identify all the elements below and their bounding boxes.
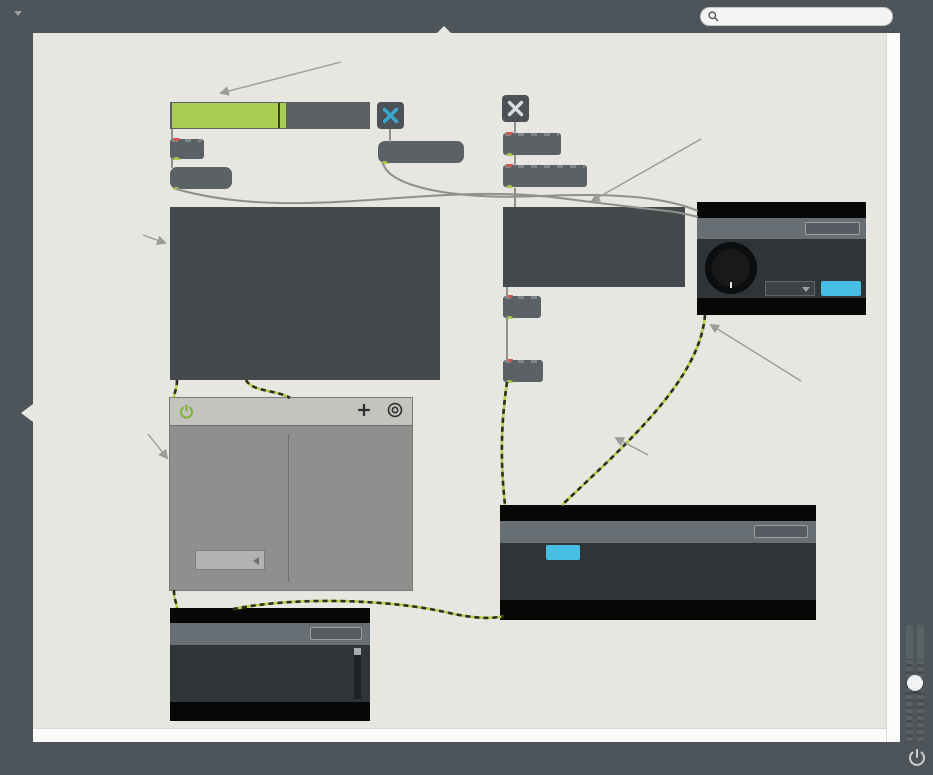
lfo2-outlet-row bbox=[697, 298, 866, 315]
top-toolbar bbox=[0, 0, 933, 33]
mixer-outlet-row bbox=[170, 702, 370, 721]
object-box-div64[interactable] bbox=[170, 138, 204, 160]
freq-mode-button[interactable] bbox=[821, 281, 861, 296]
add-parameter-icon[interactable] bbox=[355, 401, 373, 419]
audio-mixer-beap-module bbox=[170, 608, 370, 721]
right-sidebar bbox=[900, 33, 933, 773]
semi-mode-button[interactable] bbox=[546, 545, 580, 560]
vertical-scrollbar-gutter[interactable] bbox=[886, 33, 900, 742]
message-box-speed[interactable] bbox=[170, 167, 232, 190]
buffer-size-numbox[interactable] bbox=[195, 550, 265, 570]
lfo-waveform-dropdown[interactable] bbox=[765, 281, 815, 296]
paint-bucket-icon[interactable] bbox=[340, 6, 361, 27]
chevron-down-icon bbox=[14, 11, 22, 17]
level-meter bbox=[354, 648, 361, 699]
patcher-canvas[interactable] bbox=[33, 33, 900, 742]
zoom-level-control[interactable] bbox=[10, 8, 22, 20]
message-box-timestretch[interactable] bbox=[378, 141, 464, 164]
fragulator-header bbox=[170, 398, 412, 425]
oscillator-beap-module bbox=[500, 505, 816, 620]
oscillator-mute-button[interactable] bbox=[754, 525, 808, 538]
oscillator-outlet-row bbox=[500, 600, 816, 620]
object-box-div12[interactable] bbox=[503, 295, 541, 319]
sidebar-notch bbox=[21, 404, 33, 422]
fragulator-body bbox=[170, 425, 412, 590]
mixer-header bbox=[170, 623, 370, 645]
oscillator-header bbox=[500, 521, 816, 543]
left-sidebar bbox=[0, 33, 33, 742]
lfo2-body bbox=[697, 239, 866, 298]
numbox-triangle-icon bbox=[253, 557, 259, 565]
search-box[interactable] bbox=[700, 7, 893, 26]
slider-knob[interactable] bbox=[907, 675, 923, 691]
lfo2-main-knob[interactable] bbox=[705, 242, 757, 294]
gain-rslider[interactable] bbox=[170, 102, 370, 129]
search-icon bbox=[708, 11, 719, 22]
chevron-down-icon bbox=[802, 287, 810, 292]
lfo2-header bbox=[697, 218, 866, 239]
map-mode-icon[interactable] bbox=[386, 401, 404, 419]
mixer-inlet-row bbox=[170, 608, 370, 623]
slider-fill bbox=[172, 103, 286, 128]
playlist-object[interactable] bbox=[170, 207, 440, 380]
power-icon[interactable] bbox=[905, 746, 929, 770]
lfo2-inlet-row bbox=[697, 202, 866, 218]
mixer-body bbox=[170, 645, 370, 702]
object-box-metro[interactable] bbox=[503, 132, 561, 156]
bottom-toolbar bbox=[0, 742, 933, 775]
device-power-icon[interactable] bbox=[178, 403, 195, 420]
lfo2-beap-module bbox=[697, 202, 866, 315]
max-patcher-window bbox=[0, 0, 933, 775]
itable-object[interactable] bbox=[503, 207, 685, 287]
horizontal-scrollbar-gutter[interactable] bbox=[33, 728, 886, 742]
metro-toggle[interactable] bbox=[502, 95, 529, 122]
object-box-sig[interactable] bbox=[503, 359, 543, 383]
lfo2-mute-button[interactable] bbox=[805, 222, 860, 235]
search-input[interactable] bbox=[720, 9, 886, 24]
mixer-mute-button[interactable] bbox=[310, 627, 362, 640]
oscillator-inlet-row bbox=[500, 505, 816, 521]
timestretch-toggle[interactable] bbox=[377, 102, 404, 129]
toolbar-notch bbox=[437, 26, 451, 33]
object-box-counter[interactable] bbox=[503, 164, 587, 188]
fragulator-device bbox=[170, 398, 412, 590]
oscillator-body bbox=[500, 543, 816, 600]
slider-marker bbox=[278, 103, 280, 128]
